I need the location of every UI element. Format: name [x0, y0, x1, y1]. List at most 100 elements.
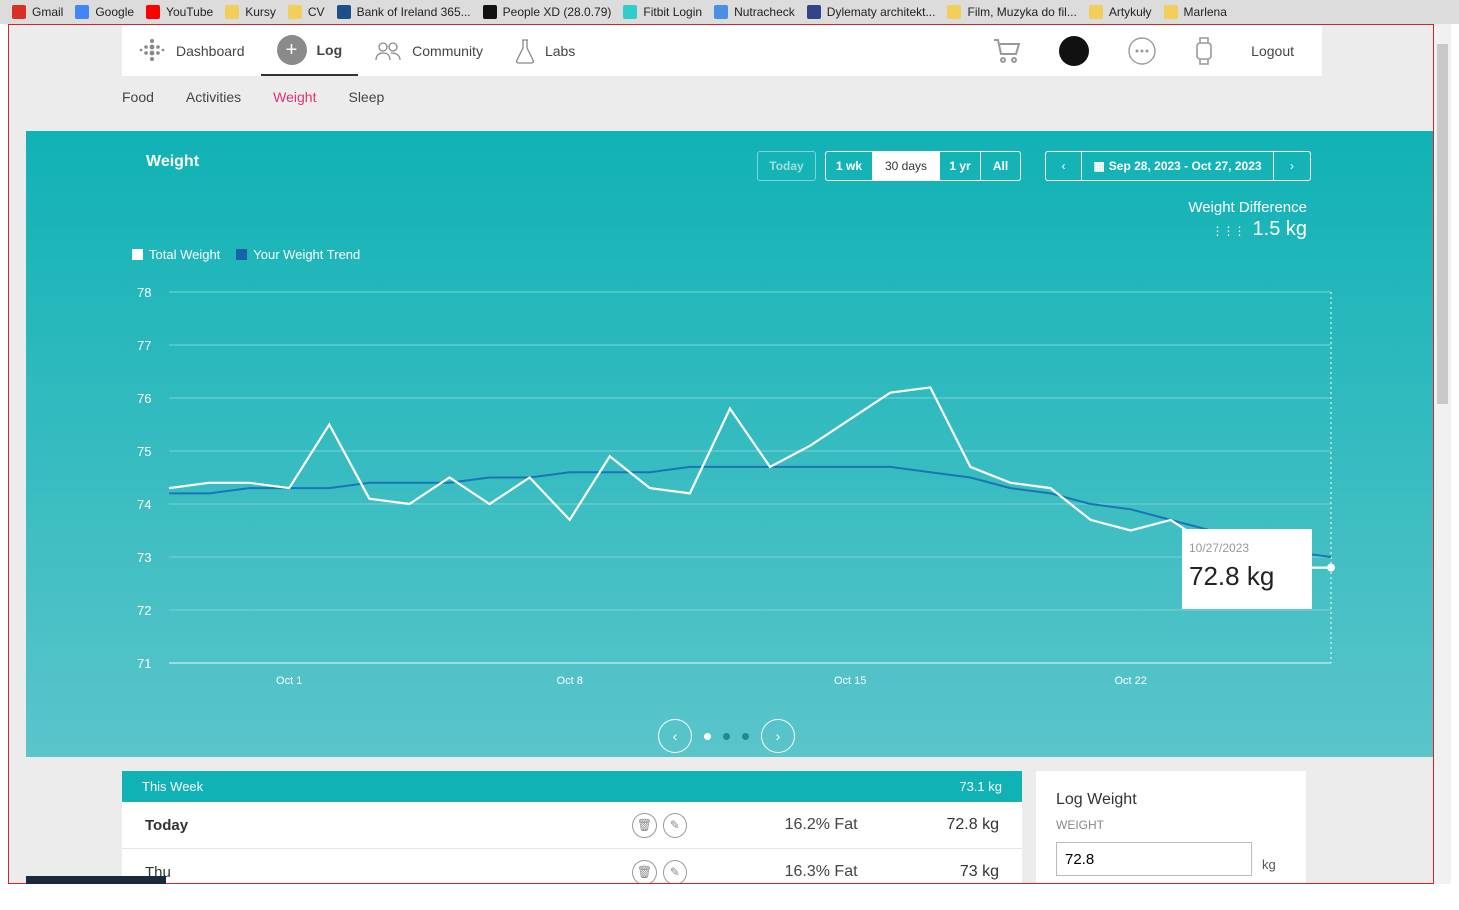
adjacent-window-edge	[1451, 24, 1459, 884]
tab-weight[interactable]: Weight	[273, 89, 316, 105]
range-option[interactable]: All	[981, 152, 1020, 180]
row-weight: 73 kg	[959, 863, 999, 880]
nav-log[interactable]: + Log	[260, 25, 359, 76]
pager-prev-button[interactable]: ‹	[658, 719, 692, 753]
top-navigation: Dashboard + Log Community Labs Logout	[122, 25, 1322, 76]
bookmark-label: YouTube	[166, 5, 214, 19]
bookmark-0[interactable]: Gmail	[12, 5, 63, 19]
selected-point	[1327, 563, 1335, 572]
x-tick-label: Oct 8	[557, 675, 583, 687]
bookmark-2[interactable]: YouTube	[146, 5, 213, 19]
bookmark-5[interactable]: Bank of Ireland 365...	[336, 5, 471, 19]
page-title: Weight	[146, 153, 200, 170]
bookmark-label: Gmail	[32, 5, 64, 19]
x-tick-label: Oct 15	[834, 675, 866, 687]
row-fat: 16.2% Fat	[784, 816, 858, 833]
plus-icon: +	[276, 34, 307, 65]
nav-labs-label: Labs	[544, 42, 576, 59]
weight-difference-value: ⋮⋮⋮ 1.5 kg	[1211, 218, 1307, 240]
bookmark-6[interactable]: People XD (28.0.79)	[482, 5, 612, 19]
folder-icon	[287, 5, 302, 19]
this-week-total: 73.1 kg	[959, 779, 1002, 794]
next-range-button[interactable]: ›	[1274, 152, 1310, 180]
nav-dashboard[interactable]: Dashboard	[122, 25, 261, 76]
scrollbar-thumb[interactable]	[1437, 44, 1448, 404]
device-watch-icon[interactable]	[1195, 36, 1213, 66]
date-range-label[interactable]: ▦ Sep 28, 2023 - Oct 27, 2023	[1082, 152, 1274, 180]
bookmark-10[interactable]: Film, Muzyka do fil...	[947, 5, 1077, 19]
gmail-icon	[12, 5, 26, 19]
y-tick-label: 73	[137, 550, 151, 565]
table-row: Today 🗑 ✎ 16.2% Fat 72.8 kg	[122, 802, 1022, 849]
today-button[interactable]: Today	[757, 151, 816, 181]
tab-activities[interactable]: Activities	[186, 89, 241, 105]
bookmark-label: Nutracheck	[734, 5, 795, 19]
bookmark-label: Dylematy architekt...	[826, 5, 936, 19]
pager-dot[interactable]	[704, 732, 711, 740]
y-tick-label: 75	[137, 444, 151, 459]
weight-difference: Weight Difference ⋮⋮⋮ 1.5 kg	[1188, 199, 1307, 241]
weight-unit: kg	[1262, 857, 1276, 872]
range-option[interactable]: 30 days	[873, 152, 940, 180]
scrollbar[interactable]	[1434, 24, 1451, 884]
this-week-title: This Week	[142, 779, 204, 794]
bookmark-label: Kursy	[245, 5, 276, 19]
nav-labs[interactable]: Labs	[499, 25, 591, 76]
flask-icon	[515, 38, 534, 64]
prev-range-button[interactable]: ‹	[1046, 152, 1082, 180]
edit-icon[interactable]: ✎	[662, 859, 687, 883]
chart-tooltip: 10/27/2023 72.8 kg	[1182, 529, 1312, 609]
nav-community[interactable]: Community	[358, 25, 499, 76]
x-icon	[482, 5, 497, 19]
row-fat: 16.3% Fat	[784, 863, 858, 880]
chart-pager: ‹ ›	[658, 719, 795, 753]
range-selector: 1 wk 30 days 1 yr All	[825, 151, 1021, 181]
tab-food[interactable]: Food	[122, 89, 154, 105]
nav-community-label: Community	[412, 42, 483, 59]
bookmark-8[interactable]: Nutracheck	[714, 5, 795, 19]
weight-trend-line	[169, 465, 1332, 558]
tab-sleep[interactable]: Sleep	[348, 89, 384, 105]
log-weight-title: Log Weight	[1056, 791, 1137, 808]
log-weight-panel: Log Weight WEIGHT kg	[1036, 771, 1306, 883]
logout-link[interactable]: Logout	[1251, 43, 1294, 59]
y-tick-label: 74	[137, 497, 151, 512]
range-option[interactable]: 1 wk	[826, 152, 873, 180]
cart-icon[interactable]	[993, 38, 1021, 64]
folder-icon	[947, 5, 962, 19]
bookmark-12[interactable]: Marlena	[1163, 5, 1227, 19]
pager-dot[interactable]	[723, 732, 730, 740]
pager-next-button[interactable]: ›	[761, 719, 795, 753]
bookmark-11[interactable]: Artykuły	[1088, 5, 1152, 19]
row-weight: 72.8 kg	[946, 816, 999, 833]
bookmark-4[interactable]: CV	[287, 5, 325, 19]
bookmark-label: Bank of Ireland 365...	[356, 5, 471, 19]
bookmark-7[interactable]: Fitbit Login	[623, 5, 702, 19]
trash-icon[interactable]: 🗑	[632, 859, 657, 883]
community-icon	[375, 41, 401, 60]
pager-dot[interactable]	[742, 732, 749, 740]
bookmark-label: People XD (28.0.79)	[502, 5, 612, 19]
y-tick-label: 77	[137, 338, 151, 353]
chat-icon[interactable]	[1127, 36, 1157, 66]
trash-icon[interactable]: 🗑	[632, 812, 657, 838]
bookmark-label: Artykuły	[1108, 5, 1152, 19]
log-subnav: Food Activities Weight Sleep	[122, 89, 384, 105]
bookmark-label: Google	[95, 5, 135, 19]
bookmark-9[interactable]: Dylematy architekt...	[806, 5, 936, 19]
site-icon	[806, 5, 821, 19]
weight-input[interactable]	[1056, 842, 1252, 876]
bookmark-1[interactable]: Google	[75, 5, 134, 19]
avatar[interactable]	[1059, 35, 1090, 66]
tooltip-date: 10/27/2023	[1189, 541, 1250, 555]
weight-caption: WEIGHT	[1056, 818, 1104, 832]
y-tick-label: 71	[137, 656, 151, 671]
nutracheck-icon	[714, 5, 729, 19]
legend-swatch	[132, 249, 143, 260]
bookmark-label: Film, Muzyka do fil...	[967, 5, 1077, 19]
this-week-header: This Week 73.1 kg	[122, 771, 1022, 802]
nav-dashboard-label: Dashboard	[176, 42, 245, 59]
bookmark-3[interactable]: Kursy	[225, 5, 276, 19]
edit-icon[interactable]: ✎	[662, 812, 687, 838]
range-option[interactable]: 1 yr	[940, 152, 981, 180]
